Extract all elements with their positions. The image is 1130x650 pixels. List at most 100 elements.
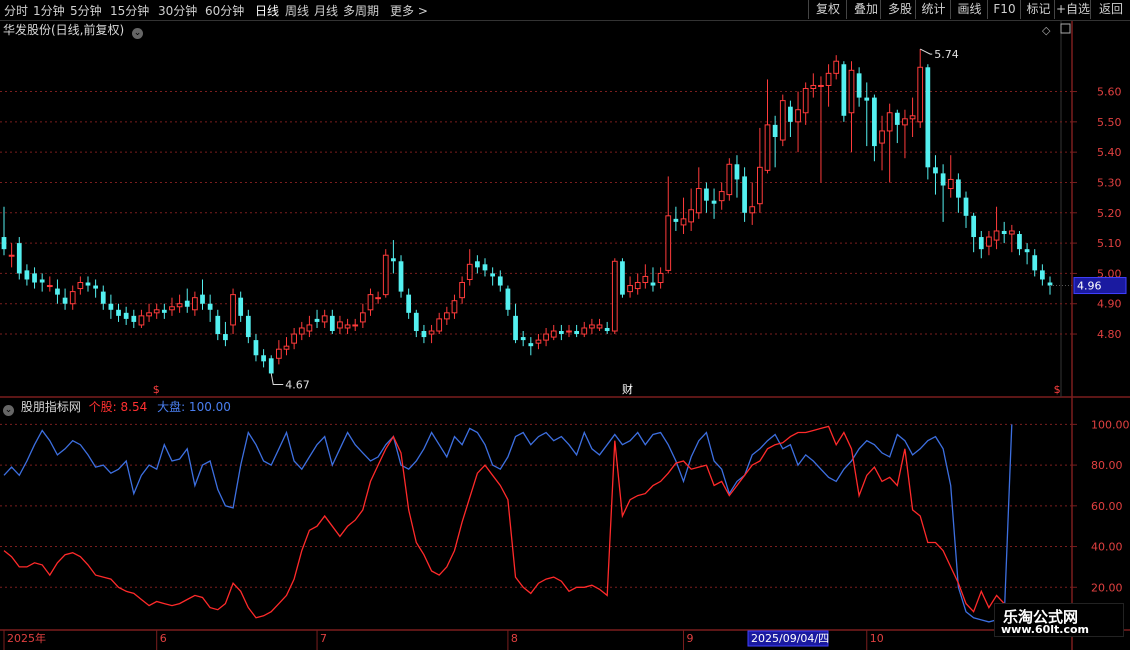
candle-body-down (978, 237, 984, 250)
toolbar-button-4[interactable]: 画线 (950, 0, 988, 19)
candle-body-down (704, 188, 709, 201)
candle-body-down (391, 258, 396, 262)
chart-canvas[interactable]: 5.605.505.405.305.205.105.004.904.80100.… (0, 0, 1130, 650)
candle-body-down (971, 215, 977, 238)
candle-body-up (917, 66, 924, 123)
candle-body-down (131, 315, 137, 322)
candle-body-down (742, 176, 747, 213)
candle-body-up (550, 330, 557, 338)
candle-body-up (176, 303, 183, 308)
watermark-logo: 乐淘公式网 www.60lt.com (994, 603, 1124, 637)
candle-body-down (85, 282, 91, 286)
toolbar-button-7[interactable]: +自选 (1054, 0, 1091, 19)
candle-body-up (77, 282, 84, 290)
indicator-tick-label: 20.00 (1091, 581, 1123, 594)
candle-body-down (558, 331, 564, 335)
candle-body-up (337, 321, 343, 329)
toolbar-button-0[interactable]: 复权 (808, 0, 847, 19)
price-tick-label: 5.40 (1097, 146, 1122, 159)
series-market-label: 大盘: 100.00 (157, 400, 231, 414)
date-tick-label: 10 (870, 632, 884, 645)
candle-body-down (1039, 270, 1045, 280)
candle-body-up (69, 291, 76, 305)
candle-body-up (749, 206, 756, 214)
period-tab-5[interactable]: 60分钟 (205, 2, 244, 19)
candle-body-up (283, 345, 290, 350)
candle-body-down (55, 288, 60, 295)
stock-title-text: 华发股份(日线,前复权) (3, 23, 125, 37)
period-tab-3[interactable]: 15分钟 (110, 2, 149, 19)
indicator-name: 股朋指标网 (20, 400, 81, 414)
period-tab-4[interactable]: 30分钟 (158, 2, 197, 19)
toolbar-button-5[interactable]: F10 (987, 0, 1021, 19)
price-tick-label: 5.10 (1097, 237, 1122, 250)
period-tab-6[interactable]: 日线 (255, 2, 279, 19)
candle-body-up (764, 124, 771, 171)
candle-body-down (108, 303, 114, 310)
candle-body-down (933, 167, 938, 174)
candle-body-up (902, 118, 908, 126)
low-pointer (270, 373, 284, 385)
candle-body-up (138, 315, 145, 326)
candle-body-up (291, 333, 297, 344)
candle-body-down (268, 358, 274, 374)
candle-body-down (841, 64, 847, 116)
candle-body-up (657, 272, 664, 284)
candle-body-down (772, 124, 778, 138)
candle-body-down (856, 73, 862, 98)
period-tab-7[interactable]: 周线 (285, 2, 309, 19)
candle-body-up (810, 84, 817, 90)
candle-body-down (520, 337, 526, 341)
candle-body-down (940, 173, 946, 186)
date-tick-label: 9 (687, 632, 694, 645)
candle-body-up (833, 60, 840, 74)
chevron-down-icon[interactable]: ⌄ (132, 28, 144, 39)
candle-body-up (344, 324, 351, 329)
candle-body-down (215, 315, 221, 335)
cursor-date-label: 2025/09/04/四 (751, 632, 829, 645)
candle-body-up (596, 324, 603, 329)
chevron-down-icon[interactable]: ⌄ (3, 405, 14, 416)
candle-body-down (528, 343, 534, 347)
period-tab-10[interactable]: 更多 > (390, 2, 428, 19)
date-tick-label: 7 (320, 632, 327, 645)
indicator-tick-label: 80.00 (1091, 459, 1123, 472)
candle-body-down (161, 309, 167, 313)
candle-body-up (757, 166, 763, 205)
price-tick-label: 4.80 (1097, 328, 1122, 341)
candle-body-down (574, 331, 579, 335)
candle-body-down (253, 340, 259, 356)
candle-body-down (413, 312, 419, 332)
candle-body-up (192, 297, 198, 311)
candle-body-down (925, 67, 931, 168)
toolbar-button-3[interactable]: 统计 (915, 0, 951, 19)
period-tab-9[interactable]: 多周期 (343, 2, 379, 19)
period-tab-0[interactable]: 分时 (4, 2, 28, 19)
candle-body-down (482, 264, 488, 271)
candle-body-down (398, 261, 404, 292)
period-tab-8[interactable]: 月线 (314, 2, 338, 19)
candle-body-up (359, 312, 366, 323)
period-tab-2[interactable]: 5分钟 (70, 2, 102, 19)
candle-body-up (947, 178, 954, 190)
period-tab-1[interactable]: 1分钟 (33, 2, 65, 19)
candle-body-up (443, 312, 450, 320)
candle-body-up (589, 324, 595, 329)
candle-body-up (153, 309, 160, 314)
candle-body-down (32, 273, 37, 283)
panel-toggle-icon (1060, 23, 1071, 34)
low-price-label: 4.67 (285, 378, 310, 391)
candle-body-up (611, 260, 618, 332)
date-tick-label: 2025年 (7, 631, 46, 645)
candle-body-down (24, 270, 30, 280)
candle-body-down (505, 288, 511, 310)
toolbar-button-2[interactable]: 多股 (880, 0, 919, 19)
toolbar-button-8[interactable]: 返回 (1090, 0, 1130, 19)
toolbar-button-6[interactable]: 标记 (1020, 0, 1056, 19)
candle-body-down (314, 318, 320, 322)
candle-body-down (100, 291, 106, 304)
candle-body-down (620, 261, 625, 295)
candle-body-down (207, 303, 213, 310)
candle-body-up (993, 230, 1000, 241)
candle-body-up (680, 218, 687, 226)
